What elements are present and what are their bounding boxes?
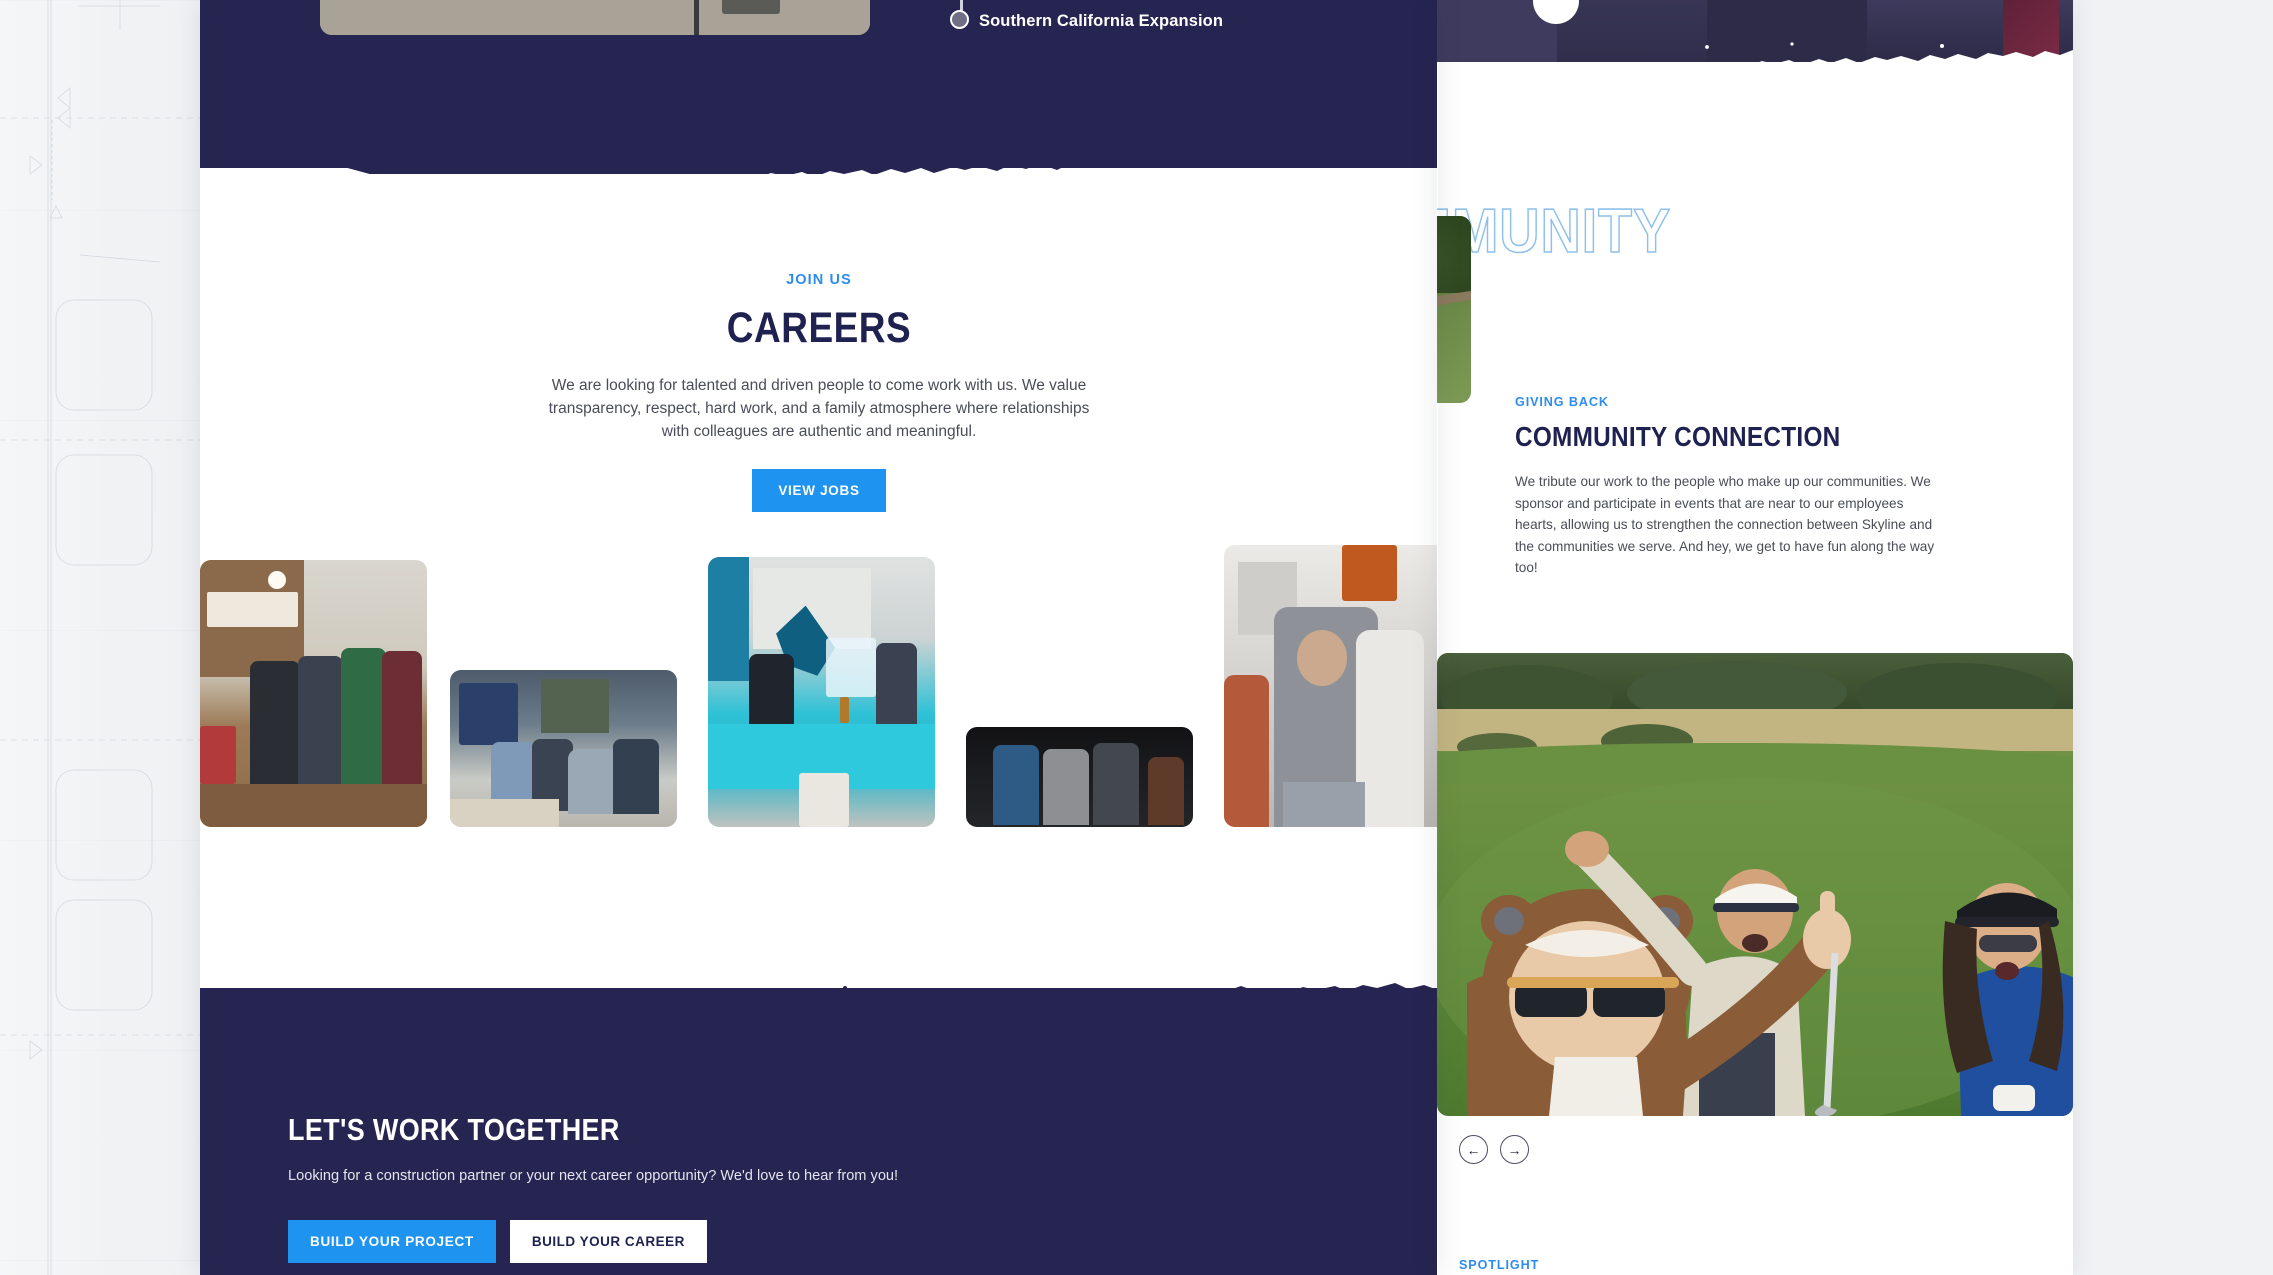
carousel-next-button[interactable]: →: [1500, 1135, 1529, 1164]
gallery-photo-holiday-sweater-party[interactable]: [200, 560, 427, 827]
cta-subtext: Looking for a construction partner or yo…: [288, 1168, 899, 1184]
view-jobs-button[interactable]: VIEW JOBS: [752, 469, 886, 512]
timeline-marker-label: Southern California Expansion: [979, 12, 1224, 30]
blueprint-drawing-icon: [0, 0, 210, 1275]
cta-button-row: BUILD YOUR PROJECT BUILD YOUR CAREER: [288, 1220, 1288, 1263]
carousel-prev-button[interactable]: ←: [1459, 1135, 1488, 1164]
community-outline-heading: COMMUNITY: [1437, 196, 1672, 267]
community-eyebrow: GIVING BACK: [1515, 395, 1609, 409]
build-your-career-button[interactable]: BUILD YOUR CAREER: [509, 1220, 707, 1263]
build-your-project-button[interactable]: BUILD YOUR PROJECT: [288, 1220, 496, 1263]
timeline-marker-dot[interactable]: [950, 10, 969, 29]
gallery-photo-evening-team[interactable]: [966, 727, 1193, 827]
torn-edge-right-hero-icon: [1437, 42, 2073, 72]
careers-section: JOIN US CAREERS We are looking for talen…: [200, 272, 1438, 512]
carousel-navigation: ← →: [1459, 1135, 1529, 1164]
community-heading: COMMUNITY CONNECTION: [1515, 421, 1841, 452]
careers-photo-gallery: [200, 545, 1438, 890]
spotlight-eyebrow: SPOTLIGHT: [1459, 1258, 1540, 1272]
left-window-panel: Southern California Expansion JOIN US CA…: [200, 0, 1438, 1275]
construction-site-photo: [320, 0, 870, 35]
community-feature-photo[interactable]: [1437, 653, 2073, 1116]
community-connection-block: GIVING BACK COMMUNITY CONNECTION We trib…: [1515, 395, 1985, 579]
right-window-panel: COMMUNITY GIVING BACK COMMUNITY CONNECTI…: [1437, 0, 2073, 1275]
careers-eyebrow: JOIN US: [786, 272, 852, 288]
blueprint-background: [0, 0, 210, 1275]
community-description: We tribute our work to the people who ma…: [1515, 474, 1935, 575]
gallery-photo-office-lunch[interactable]: [450, 670, 677, 827]
careers-heading: CAREERS: [726, 304, 912, 352]
gallery-photo-celebration[interactable]: [1224, 545, 1438, 827]
community-side-photo: [1437, 216, 1471, 403]
careers-description: We are looking for talented and driven p…: [548, 377, 1090, 440]
gallery-photo-sharks-event[interactable]: [708, 557, 935, 827]
cta-content: LET'S WORK TOGETHER Looking for a constr…: [288, 1112, 1288, 1263]
cta-heading: LET'S WORK TOGETHER: [288, 1112, 620, 1147]
torn-edge-top-icon: [200, 128, 1438, 174]
page-canvas: Southern California Expansion JOIN US CA…: [0, 0, 2273, 1275]
